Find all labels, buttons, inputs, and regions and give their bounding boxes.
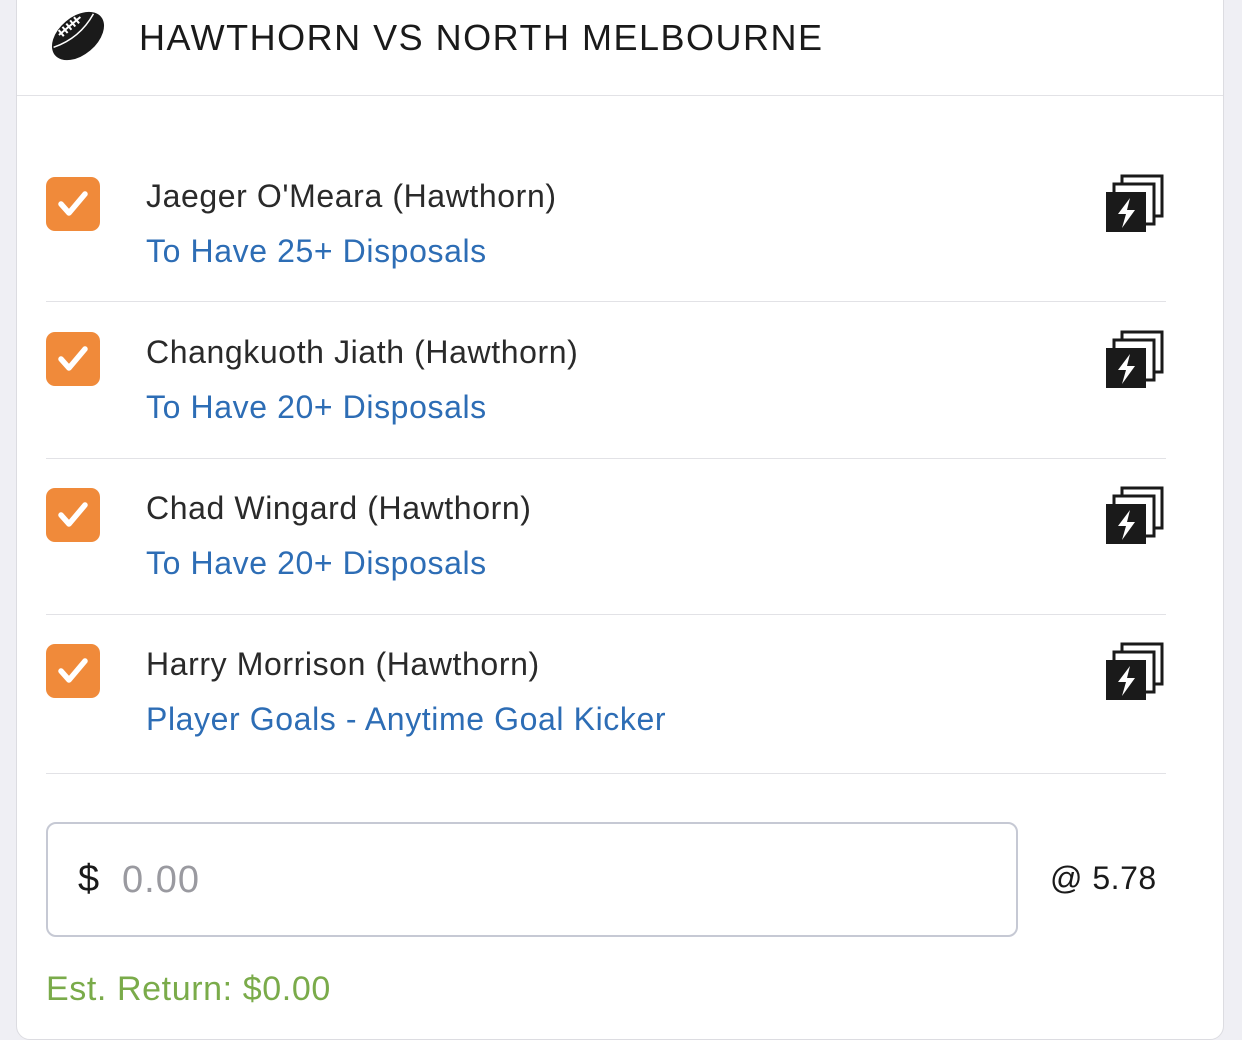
leg-selection-name: Changkuoth Jiath (Hawthorn) (146, 334, 579, 370)
leg-selection-name: Jaeger O'Meara (Hawthorn) (146, 178, 557, 214)
leg-market-link[interactable]: Player Goals - Anytime Goal Kicker (146, 701, 666, 738)
football-icon (51, 11, 105, 61)
leg-checkbox[interactable] (46, 644, 100, 698)
same-game-multi-icon[interactable] (1102, 328, 1166, 392)
leg-checkbox[interactable] (46, 488, 100, 542)
leg-checkbox[interactable] (46, 332, 100, 386)
odds-label: @ 5.78 (1050, 860, 1157, 896)
checkmark-icon (58, 346, 88, 371)
event-title: HAWTHORN VS NORTH MELBOURNE (139, 17, 824, 58)
leg-market-link[interactable]: To Have 20+ Disposals (146, 545, 487, 582)
bet-leg: Changkuoth Jiath (Hawthorn) To Have 20+ … (46, 302, 1166, 459)
bet-leg: Jaeger O'Meara (Hawthorn) To Have 25+ Di… (46, 140, 1166, 302)
leg-selection-name: Chad Wingard (Hawthorn) (146, 490, 532, 526)
bet-leg: Harry Morrison (Hawthorn) Player Goals -… (46, 615, 1166, 774)
bet-leg: Chad Wingard (Hawthorn) To Have 20+ Disp… (46, 459, 1166, 615)
estimated-return: Est. Return: $0.00 (46, 970, 331, 1008)
checkmark-icon (58, 191, 88, 216)
leg-selection-name: Harry Morrison (Hawthorn) (146, 646, 540, 682)
same-game-multi-icon[interactable] (1102, 484, 1166, 548)
checkmark-icon (58, 502, 88, 527)
same-game-multi-icon[interactable] (1102, 640, 1166, 704)
leg-market-link[interactable]: To Have 20+ Disposals (146, 389, 487, 426)
checkmark-icon (58, 658, 88, 683)
leg-market-link[interactable]: To Have 25+ Disposals (146, 233, 487, 270)
currency-symbol: $ (78, 858, 100, 900)
stake-field[interactable]: $ (46, 822, 1018, 937)
stake-input[interactable] (122, 852, 982, 908)
event-header: HAWTHORN VS NORTH MELBOURNE (17, 1, 1223, 96)
leg-checkbox[interactable] (46, 177, 100, 231)
same-game-multi-icon[interactable] (1102, 172, 1166, 236)
